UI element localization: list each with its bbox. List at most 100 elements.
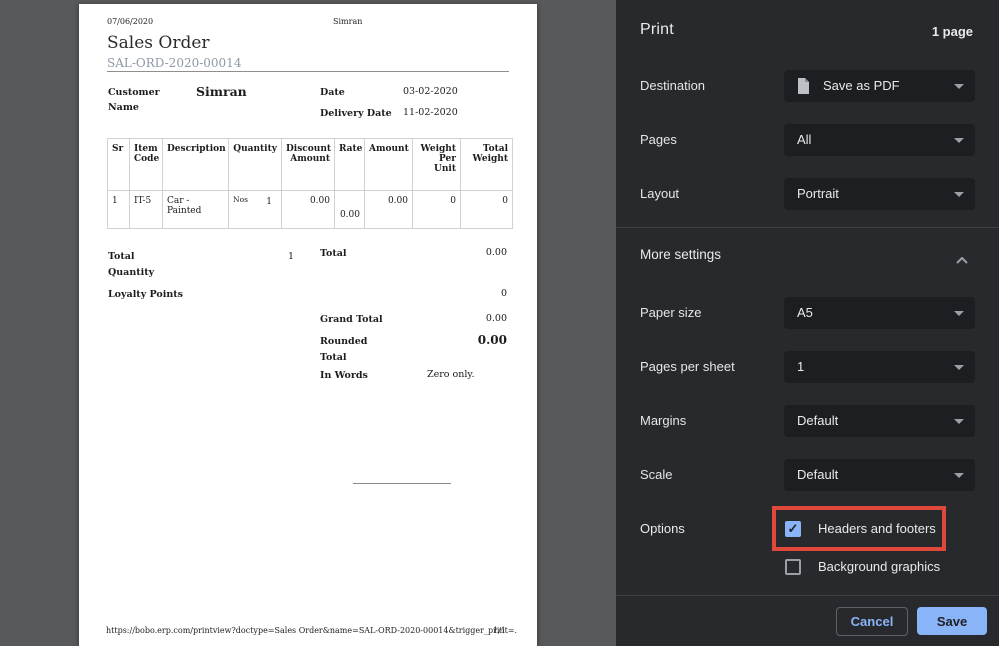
page-count: 1 page	[932, 24, 973, 39]
chevron-down-icon	[954, 138, 964, 143]
total-value: 0.00	[447, 247, 507, 258]
rounded-total-value: 0.00	[447, 333, 507, 347]
date-label: Date	[320, 85, 345, 100]
cell-description: Car - Painted	[163, 191, 229, 229]
pages-per-sheet-label: Pages per sheet	[640, 351, 735, 383]
layout-dropdown[interactable]: Portrait	[784, 178, 975, 210]
pages-per-sheet-row: Pages per sheet 1	[616, 351, 999, 383]
headers-footers-checkbox[interactable]: ✓	[785, 521, 801, 537]
layout-value: Portrait	[797, 178, 839, 210]
customer-label: Customer Name	[108, 85, 170, 115]
pages-dropdown[interactable]: All	[784, 124, 975, 156]
chevron-down-icon	[954, 473, 964, 478]
print-settings-panel: Print 1 page Destination Save as PDF Pag…	[616, 0, 999, 646]
total-quantity-label: Total Quantity	[108, 249, 178, 280]
paper-size-dropdown[interactable]: A5	[784, 297, 975, 329]
rounded-total-label: Rounded Total	[320, 334, 380, 365]
cell-rate: 0.00	[335, 191, 365, 229]
pages-per-sheet-dropdown[interactable]: 1	[784, 351, 975, 383]
panel-footer: Cancel Save	[616, 595, 999, 646]
cell-quantity: Nos 1	[229, 191, 282, 229]
layout-label: Layout	[640, 178, 679, 210]
cancel-button[interactable]: Cancel	[836, 607, 908, 636]
pdf-document-icon	[797, 78, 810, 99]
document-name: SAL-ORD-2020-00014	[107, 56, 241, 70]
section-divider	[616, 227, 999, 228]
items-table: Sr Item Code Description Quantity Discou…	[107, 138, 513, 229]
cell-amount: 0.00	[365, 191, 413, 229]
pages-label: Pages	[640, 124, 677, 156]
chevron-down-icon	[954, 365, 964, 370]
date-value: 03-02-2020	[403, 86, 458, 97]
destination-value: Save as PDF	[823, 70, 900, 102]
loyalty-points-value: 0	[447, 288, 507, 299]
chevron-up-icon	[956, 251, 968, 269]
total-quantity-value: 1	[234, 251, 294, 262]
destination-row: Destination Save as PDF	[616, 70, 999, 102]
print-footer-page-number: 1/1	[493, 626, 506, 635]
total-label: Total	[320, 246, 346, 262]
col-header-rate: Rate	[335, 139, 365, 191]
margins-value: Default	[797, 405, 838, 437]
document-title: Sales Order	[107, 33, 210, 53]
print-footer-url: https://bobo.erp.com/printview?doctype=S…	[106, 626, 517, 635]
paper-size-row: Paper size A5	[616, 297, 999, 329]
background-graphics-label: Background graphics	[818, 559, 940, 575]
loyalty-points-label: Loyalty Points	[108, 287, 183, 303]
scale-dropdown[interactable]: Default	[784, 459, 975, 491]
headers-footers-label: Headers and footers	[818, 521, 936, 537]
preview-page: 07/06/2020 Simran Sales Order SAL-ORD-20…	[79, 4, 537, 646]
cell-weight-per-unit: 0	[413, 191, 461, 229]
destination-label: Destination	[640, 70, 705, 102]
pages-per-sheet-value: 1	[797, 351, 804, 383]
options-label: Options	[640, 521, 685, 537]
pages-row: Pages All	[616, 124, 999, 156]
col-header-sr: Sr	[108, 139, 130, 191]
paper-size-label: Paper size	[640, 297, 701, 329]
header-divider	[107, 71, 509, 72]
chevron-down-icon	[954, 419, 964, 424]
margins-label: Margins	[640, 405, 686, 437]
in-words-value: Zero only.	[427, 369, 475, 380]
more-settings-label: More settings	[640, 241, 721, 269]
scale-row: Scale Default	[616, 459, 999, 491]
col-header-item-code: Item Code	[130, 139, 163, 191]
chevron-down-icon	[954, 84, 964, 89]
in-words-label: In Words	[320, 368, 368, 384]
margins-dropdown[interactable]: Default	[784, 405, 975, 437]
layout-row: Layout Portrait	[616, 178, 999, 210]
margins-row: Margins Default	[616, 405, 999, 437]
scale-value: Default	[797, 459, 838, 491]
chevron-down-icon	[954, 311, 964, 316]
print-header-title: Simran	[333, 17, 362, 26]
cell-qty-number: 1	[266, 197, 272, 207]
delivery-date-value: 11-02-2020	[403, 107, 458, 118]
destination-dropdown[interactable]: Save as PDF	[784, 70, 975, 102]
table-row: 1 IT-5 Car - Painted Nos 1 0.00 0.00 0.0…	[108, 191, 513, 229]
cell-discount-amount: 0.00	[282, 191, 335, 229]
grand-total-label: Grand Total	[320, 312, 383, 328]
col-header-quantity: Quantity	[229, 139, 282, 191]
cell-total-weight: 0	[461, 191, 513, 229]
signature-line	[353, 483, 451, 484]
cell-uom: Nos	[233, 195, 248, 204]
customer-value: Simran	[196, 84, 247, 99]
col-header-description: Description	[163, 139, 229, 191]
grand-total-value: 0.00	[447, 313, 507, 324]
table-header-row: Sr Item Code Description Quantity Discou…	[108, 139, 513, 191]
print-header-date: 07/06/2020	[107, 17, 153, 26]
col-header-weight-per-unit: Weight Per Unit	[413, 139, 461, 191]
col-header-discount-amount: Discount Amount	[282, 139, 335, 191]
print-preview-area: 07/06/2020 Simran Sales Order SAL-ORD-20…	[0, 0, 616, 646]
cell-item-code: IT-5	[130, 191, 163, 229]
more-settings-toggle[interactable]: More settings	[616, 241, 999, 269]
cell-sr: 1	[108, 191, 130, 229]
chevron-down-icon	[954, 192, 964, 197]
scale-label: Scale	[640, 459, 673, 491]
save-button[interactable]: Save	[917, 607, 987, 635]
col-header-amount: Amount	[365, 139, 413, 191]
delivery-date-label: Delivery Date	[320, 106, 392, 121]
panel-title: Print	[640, 21, 674, 39]
background-graphics-checkbox[interactable]	[785, 559, 801, 575]
col-header-total-weight: Total Weight	[461, 139, 513, 191]
